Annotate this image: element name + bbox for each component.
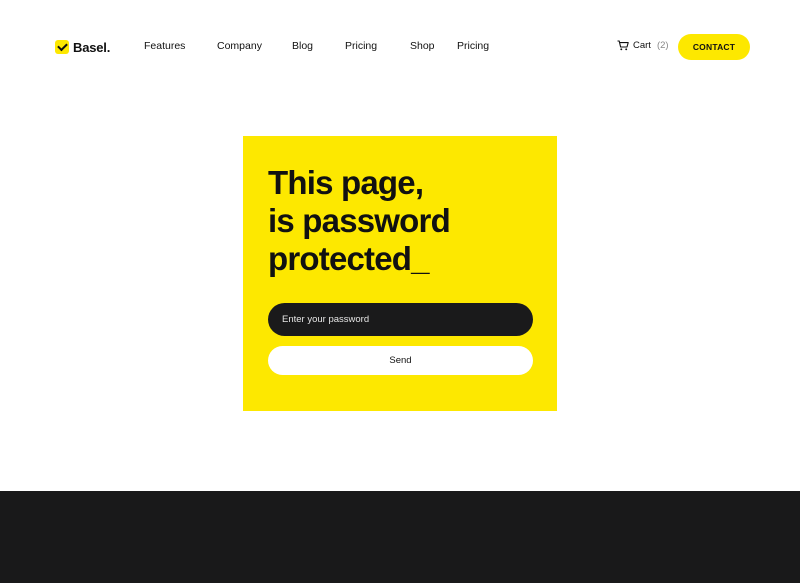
nav-item-pricing[interactable]: Pricing [345,40,377,52]
contact-button[interactable]: CONTACT [678,34,750,60]
nav-item-pricing-2[interactable]: Pricing [457,40,489,52]
send-button[interactable]: Send [268,346,533,375]
site-header: Basel. Features Company Blog Pricing Sho… [0,0,800,93]
title-line-3: protected_ [268,240,430,277]
cart-count: (2) [656,40,669,51]
nav-item-blog[interactable]: Blog [292,40,313,52]
title-line-2: is password [268,202,451,239]
shopping-cart-icon [617,40,629,51]
nav-item-shop[interactable]: Shop [410,40,435,52]
site-footer [0,491,800,583]
nav-item-company[interactable]: Company [217,40,262,52]
cart-label: Cart [633,40,651,51]
password-card: This page, is password protected_ Send [243,136,557,411]
title-line-1: This page, [268,164,424,201]
page-title: This page, is password protected_ [268,164,451,278]
nav-item-features[interactable]: Features [144,40,185,52]
cart-link[interactable]: Cart (2) [617,40,669,51]
password-input[interactable] [268,303,533,336]
